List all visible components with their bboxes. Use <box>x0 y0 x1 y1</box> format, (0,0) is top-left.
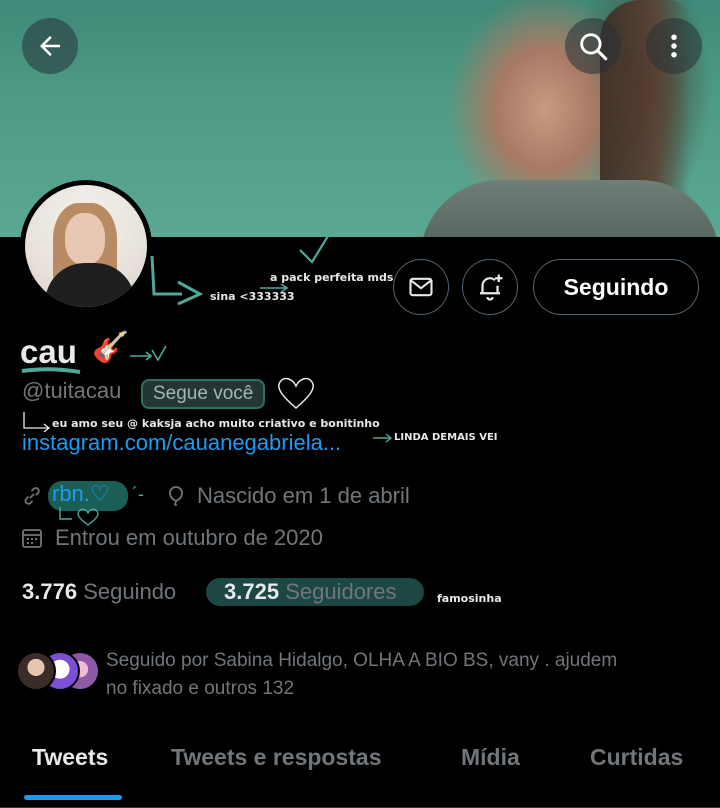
bell-plus-icon <box>480 274 503 301</box>
name-underline-doodle <box>21 367 81 374</box>
link-icon <box>24 487 40 505</box>
name-arrow-doodle <box>130 345 167 362</box>
more-options-button[interactable] <box>646 18 702 74</box>
notifications-button[interactable] <box>462 259 518 315</box>
heart-doodle-icon <box>278 377 314 409</box>
avatar-image <box>25 185 147 307</box>
followers-note: famosinha <box>437 592 502 605</box>
website-link[interactable]: rbn.♡ <box>52 481 110 507</box>
followers-stat[interactable]: 3.725 Seguidores <box>224 579 397 605</box>
bio-arrow-doodle <box>23 412 51 432</box>
follower-avatar-1 <box>16 651 56 691</box>
profile-avatar[interactable] <box>20 180 152 312</box>
following-button[interactable]: Seguindo <box>533 259 699 315</box>
profile-link[interactable]: instagram.com/cauanegabriela... <box>22 430 341 456</box>
avatar-note: sina <333333 <box>210 290 295 303</box>
birthday-balloon-icon <box>169 486 183 506</box>
following-stat[interactable]: 3.776 Seguindo <box>22 579 176 605</box>
profile-tabs: Tweets Tweets e respostas Mídia Curtidas <box>0 730 720 808</box>
tab-tweets[interactable]: Tweets <box>32 744 108 771</box>
website-heart-doodle <box>59 507 99 526</box>
birthday-text: Nascido em 1 de abril <box>197 483 410 508</box>
avatar-face <box>65 213 105 265</box>
active-tab-indicator <box>24 795 122 800</box>
profile-handle: @tuitacau <box>22 378 122 403</box>
banner-figure-shoulder <box>420 180 720 237</box>
tab-media[interactable]: Mídia <box>461 744 520 771</box>
back-button[interactable] <box>22 18 78 74</box>
website-dash-doodle: ´- <box>132 484 144 504</box>
search-icon <box>580 33 608 61</box>
followed-by-line2[interactable]: no fixado e outros 132 <box>106 678 294 700</box>
calendar-icon <box>22 529 42 548</box>
follows-you-badge: Segue você <box>141 379 266 409</box>
link-arrow-doodle <box>373 433 393 443</box>
arrow-left-icon <box>40 36 60 56</box>
link-note: LINDA DEMAIS VEI <box>394 432 498 443</box>
guitar-emoji: 🎸 <box>92 331 130 364</box>
tab-likes[interactable]: Curtidas <box>590 744 683 771</box>
more-vertical-icon <box>671 34 677 58</box>
pack-note: a pack perfeita mds <box>270 271 394 284</box>
followed-by-line1[interactable]: Seguido por Sabina Hidalgo, OLHA A BIO B… <box>106 650 617 672</box>
search-button[interactable] <box>565 18 621 74</box>
tab-tweets-and-replies[interactable]: Tweets e respostas <box>171 744 382 771</box>
message-button[interactable] <box>393 259 449 315</box>
bio-note: eu amo seu @ kaksja acho muito criativo … <box>52 417 380 430</box>
joined-text: Entrou em outubro de 2020 <box>55 525 323 550</box>
envelope-icon <box>409 277 433 297</box>
